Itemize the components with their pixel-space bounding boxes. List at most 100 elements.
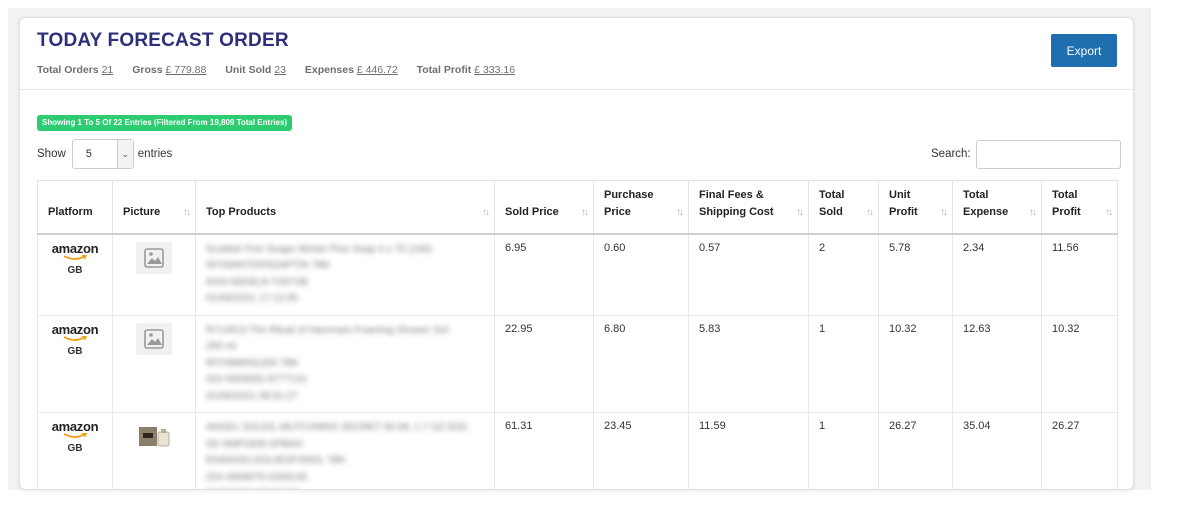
table-row: amazon GB ANGEL SOLEIL MUTCHMNS SECRET 50 …: [37, 412, 1118, 489]
column-header-picture[interactable]: Picture ↑↓: [112, 180, 196, 235]
sort-icon[interactable]: ↑↓: [866, 204, 874, 221]
total-profit-cell: 26.27: [1041, 412, 1118, 489]
chevron-down-icon[interactable]: ⌄: [116, 140, 133, 168]
column-header-total-profit[interactable]: Total Profit ↑↓: [1041, 180, 1118, 235]
page-title: TODAY FORECAST ORDER: [37, 30, 289, 51]
total-sold-cell: 1: [808, 314, 879, 413]
product-image[interactable]: [136, 241, 172, 274]
fees-shipping-cell: 11.59: [688, 412, 809, 489]
platform-cell: amazon GB: [37, 233, 113, 316]
product-detail-line: Scottish Fine Soaps Winter Pine Soap 4 x…: [206, 243, 432, 255]
sort-icon[interactable]: ↑↓: [183, 204, 191, 221]
platform-cell: amazon GB: [37, 412, 113, 489]
sold-price-cell: 61.31: [494, 412, 594, 489]
column-header-total-sold[interactable]: Total Sold ↑↓: [808, 180, 879, 235]
sort-icon[interactable]: ↑↓: [1105, 204, 1113, 221]
unit-profit-cell: 5.78: [878, 233, 953, 316]
product-cell[interactable]: R714613 The Ritual of Hammam Foaming Sho…: [195, 314, 495, 413]
search-label: Search:: [931, 148, 971, 160]
platform-cell: amazon GB: [37, 314, 113, 413]
product-cell[interactable]: ANGEL SOLEIL MUTCHMNS SECRET 50 ML 1.7 O…: [195, 412, 495, 489]
total-expense-cell: 2.34: [952, 233, 1042, 316]
product-image[interactable]: [136, 322, 172, 355]
entries-label: entries: [137, 148, 173, 160]
fees-shipping-cell: 5.83: [688, 314, 809, 413]
purchase-price-cell: 6.80: [593, 314, 689, 413]
product-details: Scottish Fine Soaps Winter Pine Soap 4 x…: [206, 242, 484, 308]
stat-unit-sold: Unit Sold 23: [225, 64, 286, 76]
sort-icon[interactable]: ↑↓: [1029, 204, 1037, 221]
stat-total-orders: Total Orders 21: [37, 64, 114, 76]
page-length-value: 5: [85, 148, 92, 160]
table-row: amazon GB R714613 The Ritual of Hammam Foa…: [37, 314, 1118, 413]
product-detail-line: 01/06/2021 17:13:35: [206, 293, 298, 304]
sort-icon[interactable]: ↑↓: [796, 204, 804, 221]
export-button[interactable]: Export: [1051, 34, 1117, 67]
purchase-price-cell: 23.45: [593, 412, 689, 489]
product-detail-line: 204-4658676-0269145: [206, 471, 308, 483]
product-detail-line: ENANGELSOL5E0FSNDL 7BK: [206, 455, 346, 466]
region-label: GB: [67, 443, 83, 454]
table-header-row: Platform Picture ↑↓ Top Products ↑↓ Sold P…: [37, 180, 1118, 235]
total-expense-cell: 12.63: [952, 314, 1042, 413]
entries-info-badge: Showing 1 To 5 Of 22 Entries (Filtered F…: [37, 115, 293, 131]
show-label: Show: [37, 148, 66, 160]
product-detail-line: RITHMMSG200 7BK: [206, 357, 299, 369]
product-detail-line: R714613 The Ritual of Hammam Foaming Sho…: [206, 324, 449, 336]
sort-icon[interactable]: ↑↓: [482, 204, 490, 221]
fees-shipping-cell: 0.57: [688, 233, 809, 316]
product-detail-line: ANGEL SOLEIL MUTCHMNS SECRET 50 ML 1.7 O…: [206, 422, 469, 433]
product-detail-line: 200 ml: [206, 341, 237, 352]
picture-cell: [112, 412, 196, 489]
amazon-logo: amazon: [51, 419, 99, 434]
product-detail-line: 01/06/2021 08:51:27: [206, 390, 298, 402]
column-header-fees-shipping[interactable]: Final Fees & Shipping Cost ↑↓: [688, 180, 809, 235]
column-header-unit-profit[interactable]: Unit Profit ↑↓: [878, 180, 953, 235]
total-sold-cell: 1: [808, 412, 879, 489]
product-detail-line: 01/06/2021 08:27:09: [206, 486, 484, 489]
total-expense-cell: 35.04: [952, 412, 1042, 489]
sort-icon[interactable]: ↑↓: [676, 204, 684, 221]
picture-cell: [112, 233, 196, 316]
sold-price-cell: 22.95: [494, 314, 594, 413]
region-label: GB: [67, 264, 83, 276]
product-detail-line: SE-NMFGEB-SPBAH: [206, 438, 303, 450]
total-profit-cell: 10.32: [1041, 314, 1118, 413]
total-profit-cell: 11.56: [1041, 233, 1118, 316]
column-header-purchase-price[interactable]: Purchase Price ↑↓: [593, 180, 689, 235]
image-placeholder-icon: [144, 247, 164, 268]
product-details: ANGEL SOLEIL MUTCHMNS SECRET 50 ML 1.7 O…: [206, 420, 484, 489]
column-header-total-expense[interactable]: Total Expense ↑↓: [952, 180, 1042, 235]
column-header-platform[interactable]: Platform: [37, 180, 113, 235]
total-sold-cell: 2: [808, 233, 879, 316]
column-header-top-products[interactable]: Top Products ↑↓: [195, 180, 495, 235]
amazon-logo: amazon: [51, 240, 99, 256]
summary-stats: Total Orders 21 Gross £ 779.88 Unit Sold…: [37, 64, 531, 76]
sort-icon[interactable]: ↑↓: [581, 204, 589, 221]
picture-cell: [112, 314, 196, 413]
amazon-logo: amazon: [51, 321, 99, 337]
product-image[interactable]: [136, 420, 172, 452]
stat-expenses: Expenses £ 446.72: [304, 64, 398, 76]
sold-price-cell: 6.95: [494, 233, 594, 316]
forecast-order-card: TODAY FORECAST ORDER Total Orders 21 Gro…: [19, 17, 1134, 490]
page-length-control: Show 5 ⌄ entries: [37, 139, 172, 169]
product-detail-line: SFSWINTERSOAPTIN 7BK: [206, 260, 331, 271]
stat-total-profit: Total Profit £ 333.16: [416, 64, 516, 76]
region-label: GB: [67, 345, 83, 357]
product-detail-line: ASN-N8X8LN-T3ST2B: [206, 276, 308, 288]
perfume-icon: [139, 427, 170, 447]
orders-table: Platform Picture ↑↓ Top Products ↑↓ Sold P…: [37, 180, 1118, 489]
stat-gross: Gross £ 779.88: [132, 64, 207, 76]
product-details: R714613 The Ritual of Hammam Foaming Sho…: [206, 323, 484, 406]
page-length-select[interactable]: 5 ⌄: [71, 139, 134, 169]
product-cell[interactable]: Scottish Fine Soaps Winter Pine Soap 4 x…: [195, 233, 495, 316]
column-header-sold-price[interactable]: Sold Price ↑↓: [494, 180, 594, 235]
search-input[interactable]: [975, 139, 1121, 169]
header-divider: [20, 89, 1133, 90]
unit-profit-cell: 26.27: [878, 412, 953, 489]
sort-icon[interactable]: ↑↓: [940, 204, 948, 221]
table-row: amazon GB Scottish Fine Soaps Winter Pine …: [37, 233, 1118, 316]
image-placeholder-icon: [144, 328, 164, 349]
table-body: amazon GB Scottish Fine Soaps Winter Pine …: [37, 233, 1118, 489]
